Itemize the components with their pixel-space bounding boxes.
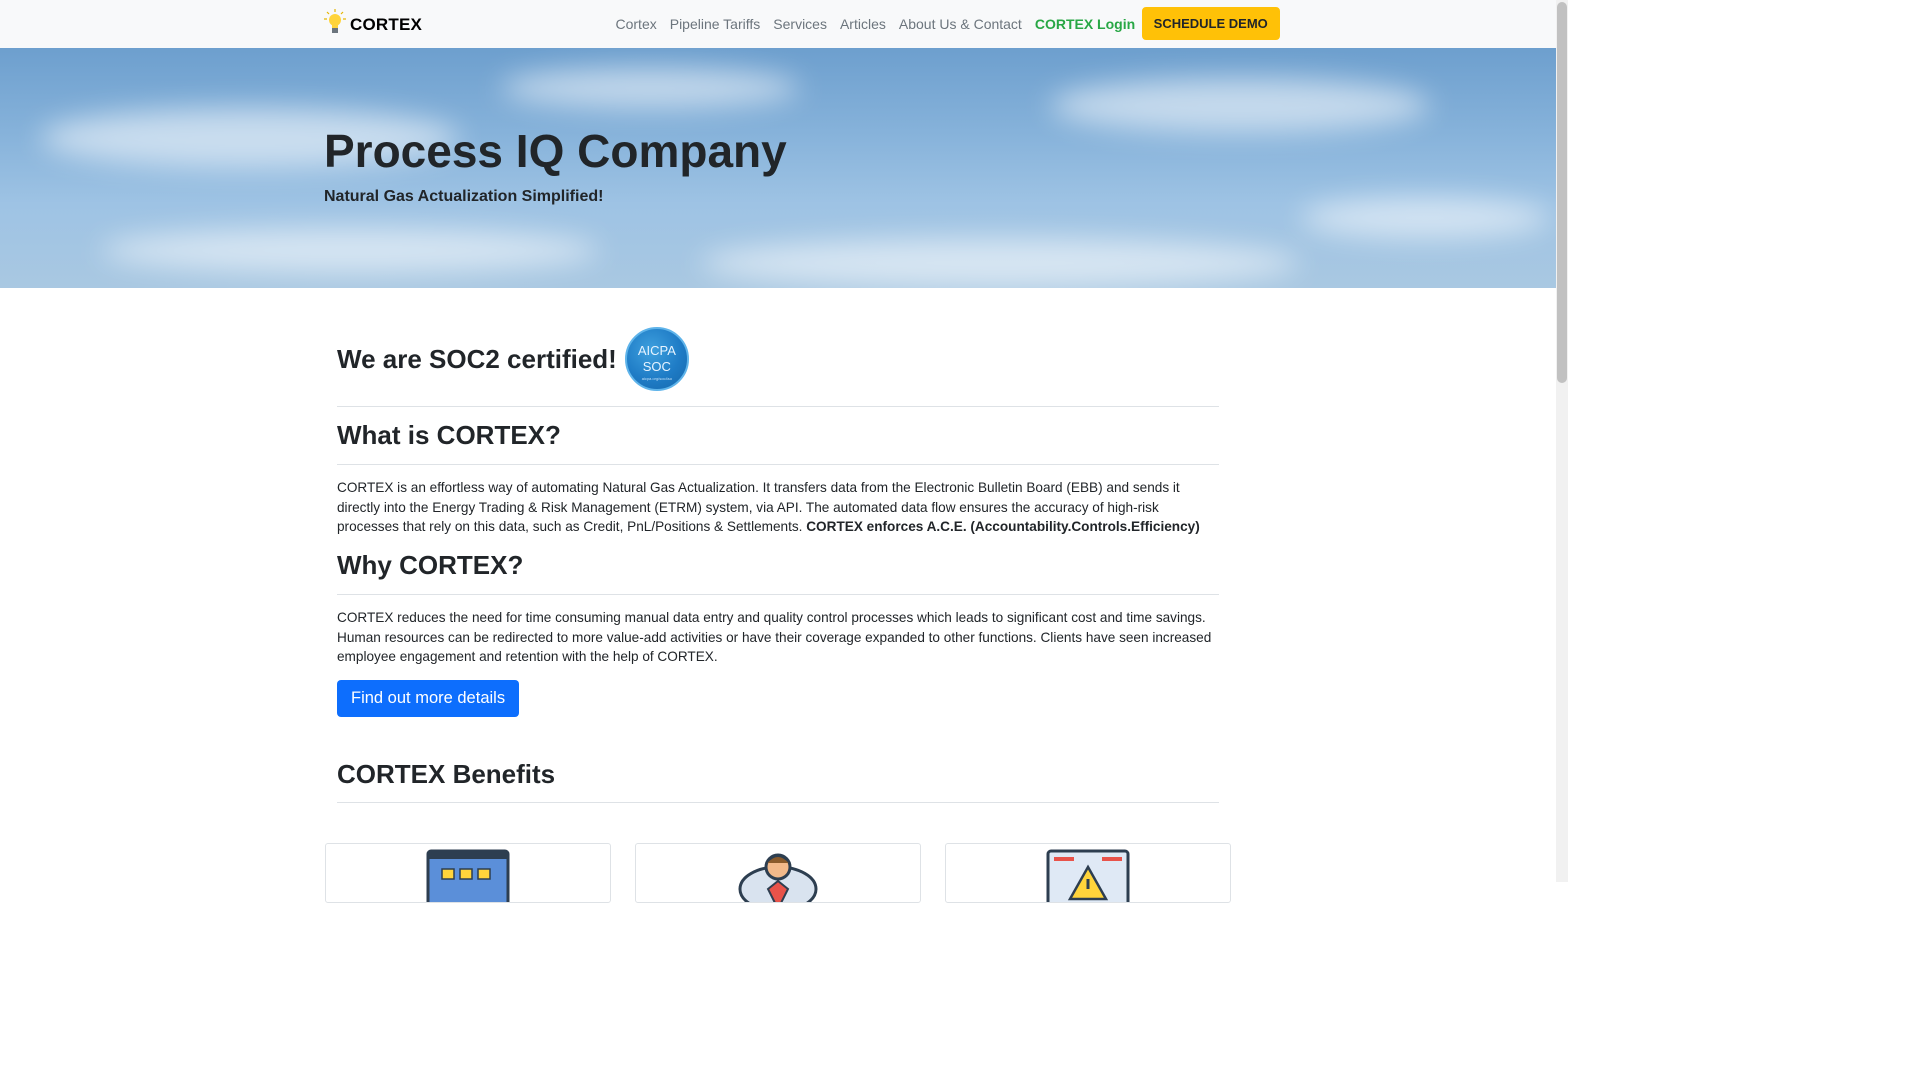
user-icon (738, 853, 818, 902)
soc-heading: We are SOC2 certified! (337, 343, 617, 374)
badge-line-3: aicpa.org/soc4so (641, 376, 672, 381)
divider (337, 594, 1219, 595)
brand-link[interactable]: CORTEX (324, 9, 422, 40)
what-body-bold: CORTEX enforces A.C.E. (Accountability.C… (806, 519, 1200, 534)
nav-link-pipeline-tariffs[interactable]: Pipeline Tariffs (663, 8, 767, 40)
find-out-more-button[interactable]: Find out more details (337, 680, 520, 717)
nav-menu: Cortex Pipeline Tariffs Services Article… (609, 7, 1280, 40)
benefits-heading: CORTEX Benefits (337, 759, 556, 789)
aicpa-soc-badge: AICPA SOC aicpa.org/soc4so (624, 327, 689, 391)
cortex-login-link[interactable]: CORTEX Login (1028, 8, 1141, 40)
what-heading: What is CORTEX? (337, 420, 561, 450)
warning-icon (1046, 849, 1130, 902)
dashboard-icon (426, 849, 510, 902)
divider (337, 406, 1219, 407)
nav-link-services[interactable]: Services (767, 8, 834, 40)
hero-subtitle: Natural Gas Actualization Simplified! (324, 188, 604, 205)
cloud-decoration (500, 68, 800, 108)
why-heading: Why CORTEX? (337, 550, 524, 580)
badge-line-2: SOC (642, 359, 671, 374)
nav-link-about-contact[interactable]: About Us & Contact (892, 8, 1028, 40)
cloud-decoration (1300, 198, 1550, 238)
lightbulb-icon (324, 9, 346, 40)
badge-line-1: AICPA (637, 343, 676, 358)
hero-banner: Process IQ Company Natural Gas Actualiza… (0, 48, 1556, 288)
nav-link-cortex[interactable]: Cortex (609, 8, 663, 40)
benefit-card (945, 843, 1231, 903)
why-body: CORTEX reduces the need for time consumi… (337, 610, 1212, 664)
soc-section: We are SOC2 certified! AICPA SOC aicpa.o… (337, 327, 689, 391)
cloud-decoration (100, 228, 600, 273)
brand-text: CORTEX (350, 14, 423, 34)
cloud-decoration (700, 238, 1300, 288)
benefit-card (325, 843, 611, 903)
schedule-demo-button[interactable]: SCHEDULE DEMO (1141, 7, 1280, 40)
divider (337, 464, 1219, 465)
divider (337, 802, 1219, 803)
nav-link-articles[interactable]: Articles (833, 8, 892, 40)
navbar: CORTEX Cortex Pipeline Tariffs Services … (0, 0, 1556, 48)
cloud-decoration (1050, 78, 1430, 133)
what-body: CORTEX is an effortless way of automatin… (337, 478, 1219, 537)
hero-title: Process IQ Company (324, 125, 787, 177)
scrollbar-thumb[interactable] (1557, 2, 1567, 383)
benefit-card (635, 843, 921, 903)
